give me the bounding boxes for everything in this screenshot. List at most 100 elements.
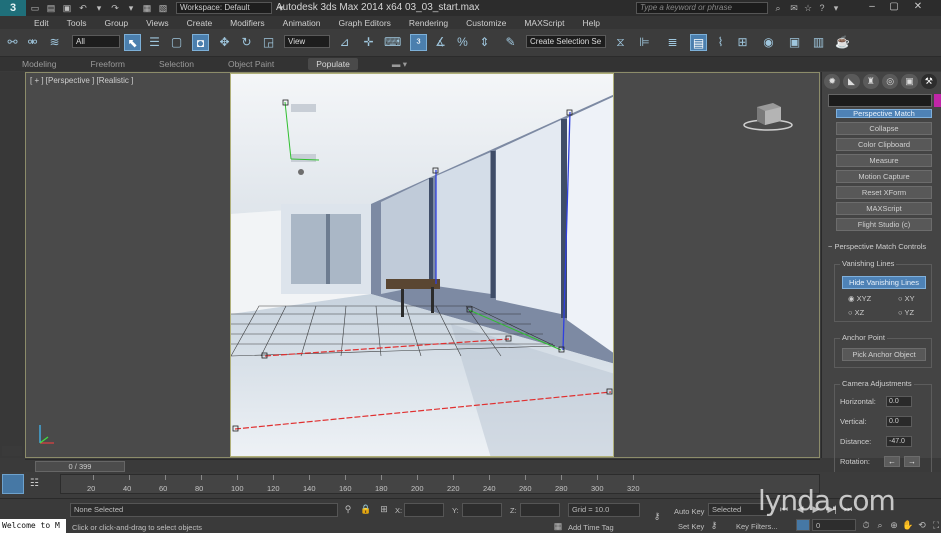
zoom-all-icon[interactable]: ⊕ <box>888 519 900 531</box>
select-object-icon[interactable]: ⬉ <box>124 34 141 51</box>
key-filters-button[interactable]: Key Filters... <box>736 522 778 531</box>
hold-icon[interactable]: ▦ <box>140 2 154 14</box>
time-config-icon[interactable]: ⏱ <box>860 519 872 531</box>
bind-space-warp-icon[interactable]: ≋ <box>46 34 63 51</box>
radio-xy[interactable]: ○ XY <box>898 294 915 303</box>
minimize-button[interactable]: – <box>862 0 882 14</box>
menu-edit[interactable]: Edit <box>34 18 49 28</box>
x-coordinate-field[interactable] <box>404 503 444 517</box>
named-selection-sets-dropdown[interactable]: Create Selection Se <box>526 35 606 48</box>
selection-lock-icon[interactable]: 🔒 <box>360 503 372 515</box>
new-file-icon[interactable]: ▭ <box>28 2 42 14</box>
menu-tools[interactable]: Tools <box>67 18 87 28</box>
window-crossing-icon[interactable]: ◘ <box>192 34 209 51</box>
hide-vanishing-lines-button[interactable]: Hide Vanishing Lines <box>842 276 926 289</box>
render-production-icon[interactable]: ☕ <box>834 34 851 51</box>
redo-dropdown-icon[interactable]: ▾ <box>124 2 138 14</box>
orbit-icon[interactable]: ⟲ <box>916 519 928 531</box>
y-coordinate-field[interactable] <box>462 503 502 517</box>
reset-xform-button[interactable]: Reset XForm <box>836 186 932 199</box>
select-and-rotate-icon[interactable]: ↻ <box>238 34 255 51</box>
modify-tab-icon[interactable]: ◣ <box>843 74 860 89</box>
color-clipboard-button[interactable]: Color Clipboard <box>836 138 932 151</box>
track-bar-ruler[interactable]: 20 40 60 80 100 120 140 160 180 200 220 240 260 280 30… <box>60 474 820 494</box>
tab-modeling[interactable]: Modeling <box>22 59 57 69</box>
radio-xz[interactable]: ○ XZ <box>848 308 864 317</box>
help-dropdown-icon[interactable]: ▾ <box>830 2 842 14</box>
ribbon-options-icon[interactable]: ▬ ▾ <box>392 59 407 70</box>
percent-snap-icon[interactable]: % <box>454 34 471 51</box>
menu-group[interactable]: Group <box>105 18 129 28</box>
absolute-mode-icon[interactable]: ⊞ <box>378 503 390 515</box>
menu-modifiers[interactable]: Modifiers <box>230 18 264 28</box>
select-by-name-icon[interactable]: ☰ <box>146 34 163 51</box>
viewcube[interactable] <box>743 97 793 133</box>
rect-selection-icon[interactable]: ▢ <box>168 34 185 51</box>
workspace-dropdown[interactable]: Workspace: Default <box>176 2 272 14</box>
curve-editor-icon[interactable]: ⌇ <box>712 34 729 51</box>
time-slider[interactable]: 0 / 399 <box>25 459 820 472</box>
mirror-icon[interactable]: ⧖ <box>612 34 629 51</box>
open-file-icon[interactable]: ▤ <box>44 2 58 14</box>
create-tab-icon[interactable]: ✹ <box>824 74 841 89</box>
redo-icon[interactable]: ↷ <box>108 2 122 14</box>
maximize-viewport-icon[interactable]: ⛶ <box>930 519 941 531</box>
viewcube-icon[interactable] <box>743 97 793 133</box>
motion-capture-button[interactable]: Motion Capture <box>836 170 932 183</box>
fetch-icon[interactable]: ▧ <box>156 2 170 14</box>
auto-key-button[interactable]: Auto Key <box>674 507 704 516</box>
maximize-button[interactable]: ▢ <box>884 0 904 14</box>
subscription-icon[interactable]: ✉ <box>788 2 800 14</box>
maxscript-button[interactable]: MAXScript <box>836 202 932 215</box>
viewport-label[interactable]: [ + ] [Perspective ] [Realistic ] <box>30 76 133 85</box>
menu-views[interactable]: Views <box>146 18 169 28</box>
select-and-move-icon[interactable]: ✥ <box>216 34 233 51</box>
utilities-tab-icon[interactable]: ⚒ <box>920 74 937 89</box>
app-logo-icon[interactable]: 3 <box>0 0 26 16</box>
time-slider-thumb[interactable]: 0 / 399 <box>35 461 125 472</box>
measure-button[interactable]: Measure <box>836 154 932 167</box>
set-key-mode-icon[interactable]: ⚷ <box>648 510 666 522</box>
layer-manager-icon[interactable]: ≣ <box>664 34 681 51</box>
set-key-icon[interactable]: ⚷ <box>708 519 720 531</box>
perspective-viewport[interactable]: [ + ] [Perspective ] [Realistic ] <box>25 72 820 458</box>
menu-graph-editors[interactable]: Graph Editors <box>338 18 390 28</box>
select-and-link-icon[interactable]: ⚯ <box>4 34 21 51</box>
menu-maxscript[interactable]: MAXScript <box>524 18 564 28</box>
angle-snap-icon[interactable]: ∡ <box>432 34 449 51</box>
rotate-right-button[interactable]: → <box>904 456 920 467</box>
graphite-toggle-icon[interactable]: ▤ <box>690 34 707 51</box>
save-file-icon[interactable]: ▣ <box>60 2 74 14</box>
key-mode-toggle-icon[interactable] <box>796 519 810 531</box>
use-pivot-icon[interactable]: ⊿ <box>336 34 353 51</box>
pin-icon[interactable]: ⚲ <box>342 503 354 515</box>
menu-help[interactable]: Help <box>582 18 599 28</box>
perspective-match-button[interactable]: Perspective Match <box>836 109 932 118</box>
set-key-button[interactable]: Set Key <box>678 522 704 531</box>
track-bar-filter-icon[interactable]: ☷ <box>30 478 46 492</box>
keyboard-shortcut-override-icon[interactable]: ⌨ <box>384 34 401 51</box>
undo-icon[interactable]: ↶ <box>76 2 90 14</box>
zoom-icon[interactable]: ⌕ <box>874 519 886 531</box>
distance-spinner[interactable]: -47.0 <box>886 436 912 447</box>
spinner-snap-icon[interactable]: ⇕ <box>476 34 493 51</box>
pick-anchor-object-button[interactable]: Pick Anchor Object <box>842 348 926 361</box>
reference-coordinate-dropdown[interactable]: View <box>284 35 330 48</box>
hierarchy-tab-icon[interactable]: ♜ <box>862 74 879 89</box>
menu-animation[interactable]: Animation <box>283 18 321 28</box>
close-button[interactable]: ✕ <box>908 0 928 14</box>
snaps-toggle-icon[interactable]: ³ <box>410 34 427 51</box>
undo-dropdown-icon[interactable]: ▾ <box>92 2 106 14</box>
tab-populate[interactable]: Populate <box>308 58 358 70</box>
collapse-button[interactable]: Collapse <box>836 122 932 135</box>
tab-selection[interactable]: Selection <box>159 59 194 69</box>
rendered-frame-window-icon[interactable]: ▥ <box>810 34 827 51</box>
vertical-spinner[interactable]: 0.0 <box>886 416 912 427</box>
motion-tab-icon[interactable]: ◎ <box>881 74 899 89</box>
search-input[interactable]: Type a keyword or phrase <box>636 2 768 14</box>
viewport-layout-tab[interactable] <box>2 446 22 456</box>
flight-studio-button[interactable]: Flight Studio (c) <box>836 218 932 231</box>
horizontal-spinner[interactable]: 0.0 <box>886 396 912 407</box>
menu-customize[interactable]: Customize <box>466 18 506 28</box>
perspective-match-rollout-title[interactable]: − Perspective Match Controls <box>828 242 926 251</box>
